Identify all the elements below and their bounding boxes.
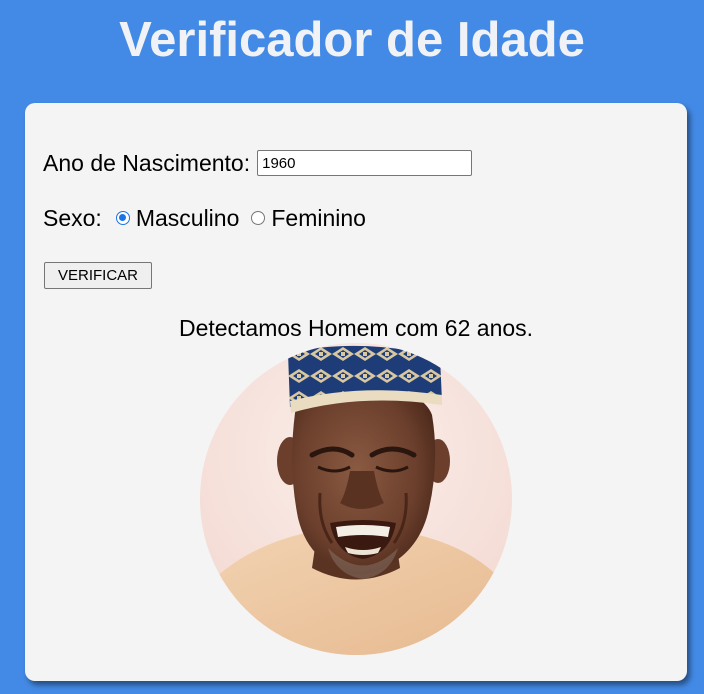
- birth-year-row: Ano de Nascimento:: [43, 149, 473, 177]
- portrait-image: [200, 343, 512, 655]
- birth-year-input[interactable]: [257, 150, 473, 176]
- verify-button[interactable]: VERIFICAR: [44, 262, 152, 289]
- verifier-card: Ano de Nascimento: Sexo: Masculino Femin…: [25, 103, 687, 681]
- female-radio[interactable]: [251, 211, 266, 225]
- sex-row: Sexo: Masculino Feminino: [43, 204, 366, 232]
- sex-label: Sexo:: [43, 204, 102, 231]
- page-title: Verificador de Idade: [119, 13, 585, 67]
- birth-year-label: Ano de Nascimento:: [43, 149, 251, 176]
- male-radio[interactable]: [115, 211, 130, 225]
- elderly-man-photo-icon: [200, 343, 512, 655]
- result-text: Detectamos Homem com 62 anos.: [178, 315, 534, 341]
- male-radio-label[interactable]: Masculino: [136, 205, 240, 232]
- female-radio-label[interactable]: Feminino: [271, 205, 366, 232]
